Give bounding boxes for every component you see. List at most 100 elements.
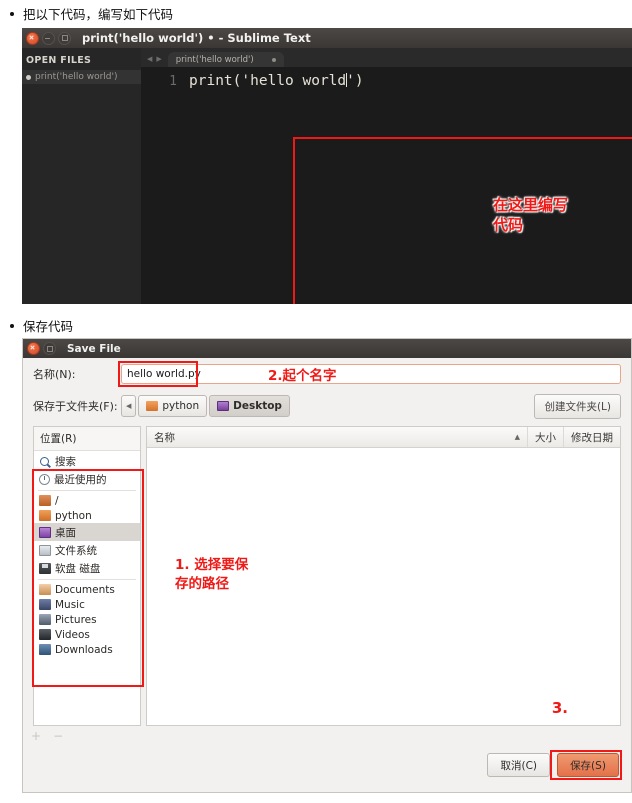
editor-highlight-box [293, 137, 632, 304]
sublime-text-window: print('hello world') • - Sublime Text OP… [22, 28, 632, 304]
folder-orange-icon [39, 510, 51, 521]
place-item-root[interactable]: / [34, 493, 140, 508]
tab-unsaved-dot-icon[interactable] [271, 57, 276, 62]
place-item-search[interactable]: 搜索 [34, 452, 140, 470]
place-item-recent[interactable]: 最近使用的 [34, 470, 140, 488]
tab-prev-arrow-icon[interactable]: ◀ [147, 55, 152, 63]
place-item-downloads[interactable]: Downloads [34, 642, 140, 657]
place-item-desktop[interactable]: 桌面 [34, 523, 140, 541]
editor-annotation-text: 在这里编写 代码 [493, 196, 569, 235]
bullet-dot-icon [10, 11, 14, 16]
step-1-text: 把以下代码，编写如下代码 [23, 7, 174, 22]
folder-path-row: 保存于文件夹(F): ◀ python Desktop 创建文件夹(L) [23, 390, 631, 422]
place-item-videos[interactable]: Videos [34, 627, 140, 642]
line-number: 1 [169, 74, 177, 89]
path-button-python[interactable]: python [138, 395, 208, 417]
path-button-desktop[interactable]: Desktop [209, 395, 290, 417]
maximize-window-icon[interactable] [58, 31, 71, 45]
file-browser: 位置(R) 搜索 最近使用的 / python 桌面 文件系统 软盘 磁盘 Do… [32, 426, 621, 726]
editor-tab[interactable]: print('hello world') [167, 52, 284, 67]
open-file-label: print('hello world') [35, 72, 118, 82]
filename-input[interactable]: hello world.py [121, 364, 621, 384]
place-label: 软盘 磁盘 [55, 562, 101, 575]
downloads-folder-icon [39, 644, 51, 655]
save-dialog-titlebar: Save File [23, 339, 631, 358]
desktop-folder-icon [217, 401, 230, 411]
column-header-name[interactable]: 名称 ▲ [147, 430, 527, 445]
place-label: 搜索 [55, 455, 76, 468]
place-label: 桌面 [55, 526, 76, 539]
editor-tabbar: ◀ ▶ print('hello world') [141, 48, 632, 67]
place-label: Documents [55, 583, 115, 596]
videos-folder-icon [39, 629, 51, 640]
place-item-documents[interactable]: Documents [34, 582, 140, 597]
minimize-window-icon[interactable] [42, 31, 55, 45]
cancel-button[interactable]: 取消(C) [487, 753, 550, 777]
bullet-dot-icon [10, 323, 14, 328]
open-files-section-label: OPEN FILES [26, 55, 92, 66]
save-dialog-body: 名称(N): hello world.py 2.起个名字 保存于文件夹(F): … [23, 358, 631, 780]
places-footer: + − [23, 726, 631, 746]
sublime-sidebar: OPEN FILES print('hello world') [22, 48, 141, 304]
place-label: 最近使用的 [54, 473, 107, 486]
column-header-date[interactable]: 修改日期 [563, 427, 620, 447]
drive-icon [39, 544, 51, 556]
sort-ascending-icon: ▲ [514, 433, 520, 441]
remove-place-button[interactable]: − [53, 729, 63, 743]
code-editor[interactable]: 1 print('hello world') 在这里编写 代码 [141, 67, 632, 304]
maximize-dialog-icon[interactable] [43, 342, 56, 355]
code-text[interactable]: print('hello world') [189, 73, 364, 89]
place-label: Pictures [55, 613, 97, 626]
place-item-pictures[interactable]: Pictures [34, 612, 140, 627]
name-annotation-text: 2.起个名字 [268, 368, 337, 384]
sublime-window-title: print('hello world') • - Sublime Text [82, 31, 311, 45]
place-label: Downloads [55, 643, 113, 656]
recent-icon [39, 473, 50, 485]
place-label: Videos [55, 628, 90, 641]
file-list-body[interactable]: 1. 选择要保 存的路径 3. [147, 448, 620, 725]
close-dialog-icon[interactable] [27, 342, 40, 355]
place-item-python[interactable]: python [34, 508, 140, 523]
create-folder-button[interactable]: 创建文件夹(L) [534, 393, 621, 419]
open-file-item[interactable]: print('hello world') [22, 70, 141, 84]
save-file-dialog: Save File 名称(N): hello world.py 2.起个名字 保… [22, 338, 632, 793]
editor-tab-label: print('hello world') [175, 54, 254, 65]
code-after-caret: ') [346, 73, 364, 89]
folder-field-label: 保存于文件夹(F): [33, 400, 118, 413]
pictures-folder-icon [39, 614, 51, 625]
places-header-label: 位置(R) [34, 427, 140, 451]
tab-nav-arrows[interactable]: ◀ ▶ [141, 55, 168, 67]
page-root: 把以下代码，编写如下代码 print('hello world') • - Su… [0, 0, 632, 803]
place-item-music[interactable]: Music [34, 597, 140, 612]
save-button[interactable]: 保存(S) [557, 753, 619, 777]
path-back-arrow-button[interactable]: ◀ [121, 395, 137, 417]
sublime-editor-pane: ◀ ▶ print('hello world') 1 print('hello … [141, 48, 632, 304]
file-list-panel: 名称 ▲ 大小 修改日期 1. 选择要保 存的路径 3. [146, 426, 621, 726]
path-button-desktop-label: Desktop [233, 400, 282, 412]
search-icon [40, 456, 49, 466]
desktop-folder-icon [39, 526, 51, 538]
places-divider [38, 579, 136, 580]
place-label: / [55, 494, 59, 507]
file-list-header: 名称 ▲ 大小 修改日期 [147, 427, 620, 448]
add-place-button[interactable]: + [31, 729, 41, 743]
place-label: 文件系统 [55, 544, 97, 557]
sublime-body: OPEN FILES print('hello world') ◀ ▶ prin… [22, 48, 632, 304]
step-1-bullet-line: 把以下代码，编写如下代码 [10, 4, 173, 23]
place-item-filesystem[interactable]: 文件系统 [34, 541, 140, 559]
column-header-size[interactable]: 大小 [527, 427, 563, 447]
close-window-icon[interactable] [26, 31, 39, 45]
tab-next-arrow-icon[interactable]: ▶ [156, 55, 161, 63]
save-dialog-title: Save File [67, 342, 121, 355]
code-line-1: 1 print('hello world') [141, 67, 632, 89]
place-label: python [55, 509, 92, 522]
path-button-python-label: python [162, 400, 200, 412]
place-item-floppy[interactable]: 软盘 磁盘 [34, 559, 140, 577]
step-2-text: 保存代码 [23, 319, 74, 334]
path-annotation-text: 1. 选择要保 存的路径 [175, 557, 249, 592]
folder-root-icon [39, 495, 51, 506]
dialog-footer: 取消(C) 保存(S) [23, 746, 631, 780]
places-sidebar: 位置(R) 搜索 最近使用的 / python 桌面 文件系统 软盘 磁盘 Do… [32, 426, 144, 726]
folder-orange-icon [146, 401, 159, 411]
place-label: Music [55, 598, 85, 611]
